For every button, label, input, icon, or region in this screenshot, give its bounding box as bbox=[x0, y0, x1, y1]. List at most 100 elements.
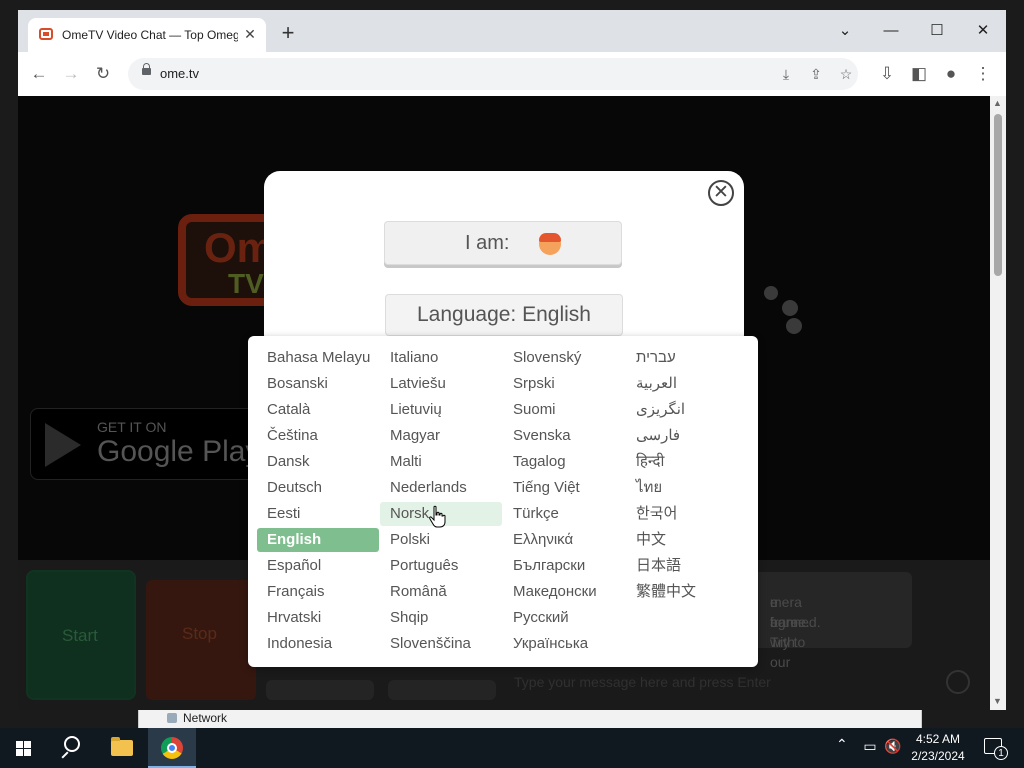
file-explorer-icon[interactable] bbox=[98, 728, 146, 768]
language-option[interactable]: Dansk bbox=[257, 450, 379, 474]
new-tab-button[interactable]: + bbox=[278, 22, 298, 44]
language-option[interactable]: Polski bbox=[380, 528, 502, 552]
stop-button[interactable]: Stop bbox=[146, 580, 256, 700]
page-scrollbar[interactable]: ▲ ▼ bbox=[990, 96, 1006, 710]
language-option[interactable]: עברית bbox=[626, 346, 748, 370]
tab-strip: OmeTV Video Chat — Top Omegle Alternativ… bbox=[18, 10, 1006, 52]
stop-label: Stop bbox=[182, 624, 217, 643]
back-arrow-icon[interactable]: ← bbox=[26, 61, 52, 87]
side-panel-icon[interactable]: ◧ bbox=[906, 61, 932, 87]
tab-search-button[interactable]: ⌄ bbox=[822, 16, 868, 46]
start-button[interactable]: Start bbox=[26, 570, 136, 700]
close-window-button[interactable]: ✕ bbox=[960, 16, 1006, 46]
lock-icon[interactable] bbox=[142, 63, 151, 75]
language-option[interactable]: Indonesia bbox=[257, 632, 379, 656]
language-option[interactable]: Malti bbox=[380, 450, 502, 474]
windows-start-icon[interactable] bbox=[0, 728, 48, 768]
url-text[interactable]: ome.tv bbox=[160, 66, 199, 81]
language-option[interactable]: Eesti bbox=[257, 502, 379, 526]
maximize-button[interactable]: ☐ bbox=[914, 16, 960, 46]
spinner-dot bbox=[764, 286, 778, 300]
language-option[interactable]: Nederlands bbox=[380, 476, 502, 500]
language-option[interactable]: Latviešu bbox=[380, 372, 502, 396]
language-option[interactable]: Slovenský bbox=[503, 346, 625, 370]
gender-avatar-icon bbox=[539, 233, 561, 255]
language-option[interactable]: Hrvatski bbox=[257, 606, 379, 630]
browser-toolbar: ← → ↻ ome.tv ⤓ ⇪ ☆ ⇩ ◧ ● ⋮ bbox=[18, 52, 1006, 97]
profile-avatar-icon[interactable]: ● bbox=[938, 61, 964, 87]
language-dropdown: Bahasa Melayu Bosanski Català Čeština Dansk D… bbox=[248, 336, 758, 667]
scrollbar-thumb[interactable] bbox=[994, 114, 1002, 276]
language-option[interactable]: Lietuvių bbox=[380, 398, 502, 422]
search-icon[interactable] bbox=[48, 728, 96, 768]
spinner-dot bbox=[786, 318, 802, 334]
language-option[interactable]: Български bbox=[503, 554, 625, 578]
google-play-badge[interactable]: GET IT ON Google Play bbox=[30, 408, 264, 480]
settings-modal: ✕ I am: Language: English bbox=[264, 171, 744, 351]
language-select-button[interactable]: Language: English bbox=[385, 294, 623, 336]
control-button[interactable] bbox=[266, 680, 374, 700]
language-option[interactable]: Shqip bbox=[380, 606, 502, 630]
gender-select-button[interactable]: I am: bbox=[384, 221, 622, 265]
install-app-icon[interactable]: ⤓ bbox=[774, 62, 798, 86]
language-option[interactable]: Türkçe bbox=[503, 502, 625, 526]
language-option[interactable]: Català bbox=[257, 398, 379, 422]
menu-kebab-icon[interactable]: ⋮ bbox=[970, 61, 996, 87]
minimize-button[interactable]: — bbox=[868, 16, 914, 46]
language-option[interactable]: Română bbox=[380, 580, 502, 604]
bookmark-star-icon[interactable]: ☆ bbox=[834, 62, 858, 86]
emoji-icon[interactable] bbox=[946, 670, 970, 694]
share-icon[interactable]: ⇪ bbox=[804, 62, 828, 86]
forward-arrow-icon[interactable]: → bbox=[58, 61, 84, 87]
language-option[interactable]: Srpski bbox=[503, 372, 625, 396]
language-option[interactable]: Русский bbox=[503, 606, 625, 630]
language-option[interactable]: Magyar bbox=[380, 424, 502, 448]
language-option[interactable]: انگریزی bbox=[626, 398, 748, 422]
clock-time[interactable]: 4:52 AM bbox=[914, 732, 962, 746]
logo-subtext: TV bbox=[228, 268, 264, 299]
language-option[interactable]: Suomi bbox=[503, 398, 625, 422]
clock-date[interactable]: 2/23/2024 bbox=[908, 749, 968, 763]
language-option[interactable]: فارسی bbox=[626, 424, 748, 448]
tab-ometv[interactable]: OmeTV Video Chat — Top Omegle Alternativ… bbox=[28, 18, 266, 52]
language-option[interactable]: Bahasa Melayu bbox=[257, 346, 379, 370]
language-option[interactable]: 日本語 bbox=[626, 554, 748, 578]
network-flyout: Network bbox=[138, 710, 922, 728]
language-option[interactable]: Ελληνικά bbox=[503, 528, 625, 552]
language-option[interactable]: Bosanski bbox=[257, 372, 379, 396]
language-option[interactable]: العربية bbox=[626, 372, 748, 396]
scroll-down-icon[interactable]: ▼ bbox=[993, 696, 1002, 706]
language-option[interactable]: हिन्दी bbox=[626, 450, 748, 474]
language-option[interactable]: 繁體中文 bbox=[626, 580, 748, 604]
reload-icon[interactable]: ↻ bbox=[90, 61, 116, 87]
address-bar[interactable]: ome.tv ⤓ ⇪ ☆ bbox=[128, 58, 858, 90]
language-option[interactable]: Čeština bbox=[257, 424, 379, 448]
language-option[interactable]: English bbox=[257, 528, 379, 552]
chat-input[interactable]: Type your message here and press Enter bbox=[506, 670, 978, 696]
language-option[interactable]: Tagalog bbox=[503, 450, 625, 474]
language-option[interactable]: ไทย bbox=[626, 476, 748, 500]
language-option[interactable]: Svenska bbox=[503, 424, 625, 448]
volume-muted-icon[interactable]: 🔇 bbox=[884, 738, 901, 754]
language-option[interactable]: Tiếng Việt bbox=[503, 476, 625, 500]
scroll-up-icon[interactable]: ▲ bbox=[993, 98, 1002, 108]
chrome-taskbar-icon[interactable] bbox=[148, 728, 196, 768]
language-option[interactable]: Français bbox=[257, 580, 379, 604]
language-option[interactable]: Italiano bbox=[380, 346, 502, 370]
language-option[interactable]: Українська bbox=[503, 632, 625, 656]
language-option[interactable]: Español bbox=[257, 554, 379, 578]
language-option[interactable]: Deutsch bbox=[257, 476, 379, 500]
language-option[interactable]: Slovenščina bbox=[380, 632, 502, 656]
control-button[interactable] bbox=[388, 680, 496, 700]
language-option[interactable]: Português bbox=[380, 554, 502, 578]
google-play-icon bbox=[45, 423, 81, 467]
language-option[interactable]: Македонски bbox=[503, 580, 625, 604]
network-tray-icon[interactable]: ▭ bbox=[862, 738, 878, 754]
downloads-icon[interactable]: ⇩ bbox=[874, 61, 900, 87]
modal-close-icon[interactable]: ✕ bbox=[708, 180, 734, 206]
tray-overflow-icon[interactable]: ⌃ bbox=[836, 736, 848, 753]
language-option[interactable]: 中文 bbox=[626, 528, 748, 552]
tab-close-button[interactable]: ✕ bbox=[242, 26, 258, 42]
network-label: Network bbox=[183, 711, 228, 725]
language-option[interactable]: 한국어 bbox=[626, 502, 748, 526]
